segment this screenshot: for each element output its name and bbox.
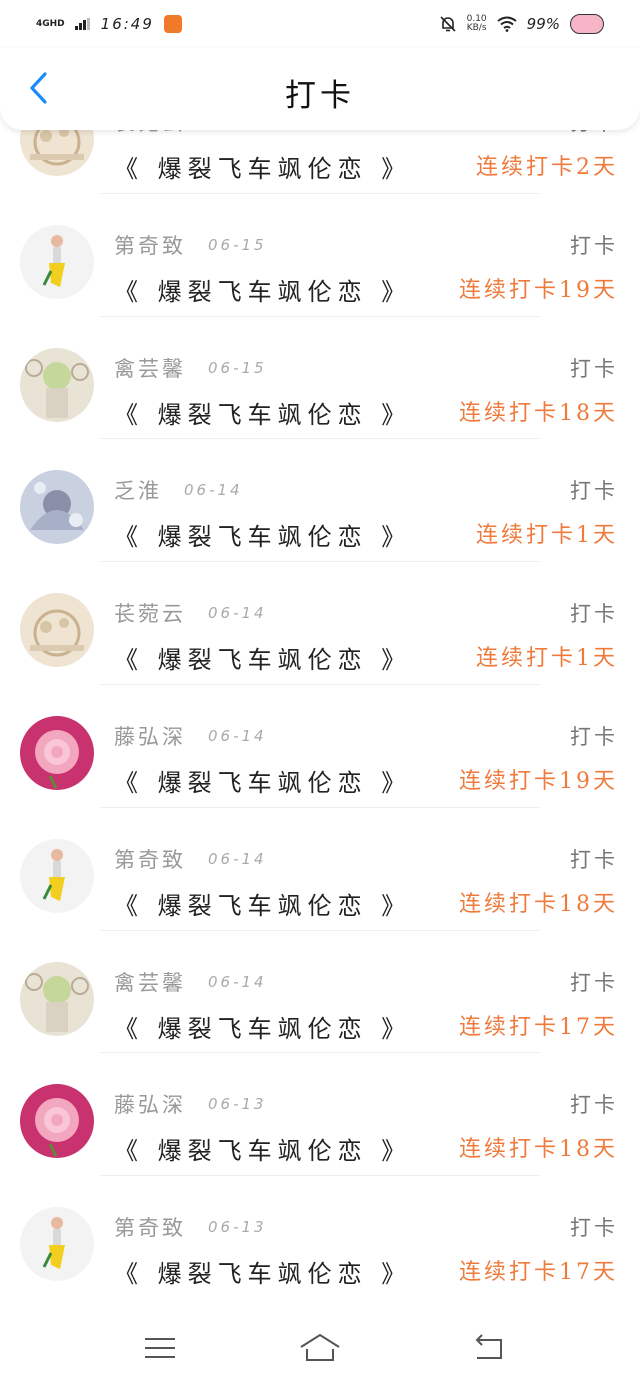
streak-count: 连续打卡2天 — [476, 155, 618, 180]
app-notification-icon — [163, 15, 182, 33]
avatar[interactable] — [20, 470, 94, 545]
home-button[interactable] — [298, 1330, 342, 1366]
list-item[interactable]: 第奇致 06-15 打卡《 爆裂飞车飒伦恋 》 连续打卡19天 — [0, 192, 640, 316]
post-date: 06-14 — [184, 481, 243, 500]
list-item[interactable]: 第奇致 06-13 打卡《 爆裂飞车飒伦恋 》 连续打卡17天 — [0, 1175, 640, 1298]
user-name[interactable]: 禽芸馨 — [114, 967, 186, 997]
streak-count: 连续打卡17天 — [459, 1014, 618, 1040]
item-meta: 第奇致 06-15 — [114, 230, 267, 260]
status-left: 4GHD 16:49 — [36, 15, 182, 33]
post-date: 06-15 — [208, 358, 267, 377]
streak-count: 连续打卡1天 — [476, 523, 618, 549]
list-item[interactable]: 藤弘深 06-13 打卡《 爆裂飞车飒伦恋 》 连续打卡18天 — [0, 1052, 640, 1175]
list-item[interactable]: 乏淮 06-14 打卡《 爆裂飞车飒伦恋 》 连续打卡1天 — [0, 438, 640, 561]
checkin-label: 打卡 — [570, 1216, 618, 1241]
avatar[interactable] — [20, 593, 94, 668]
checkin-label: 打卡 — [570, 602, 618, 627]
streak-count: 连续打卡18天 — [459, 1137, 618, 1163]
item-meta: 禽芸馨 06-14 — [114, 967, 267, 997]
book-title[interactable]: 《 爆裂飞车飒伦恋 》 — [114, 517, 411, 552]
item-meta: 藤弘深 06-14 — [114, 721, 267, 751]
checkin-label: 打卡 — [570, 724, 618, 749]
book-title[interactable]: 《 爆裂飞车飒伦恋 》 — [114, 640, 411, 675]
checkin-list[interactable]: 苌菀云昨天 18:38打卡《 爆裂飞车飒伦恋 》连续打卡2天第奇致06-15打卡… — [0, 116, 640, 1312]
checkin-label: 打卡 — [570, 970, 618, 995]
user-name[interactable]: 禽芸馨 — [114, 353, 186, 383]
book-title[interactable]: 《 爆裂飞车飒伦恋 》 — [114, 1254, 411, 1289]
book-title[interactable]: 《 爆裂飞车飒伦恋 》 — [114, 272, 411, 307]
book-title[interactable]: 《 爆裂飞车飒伦恋 》 — [114, 149, 411, 184]
menu-button[interactable] — [138, 1330, 182, 1366]
user-name[interactable]: 第奇致 — [114, 1212, 186, 1242]
user-name[interactable]: 苌菀云 — [114, 598, 186, 628]
book-title[interactable]: 《 爆裂飞车飒伦恋 》 — [114, 1131, 411, 1166]
wifi-icon — [497, 16, 517, 32]
post-date: 06-14 — [208, 604, 267, 623]
net-speed: 0.10 KB/s — [467, 15, 487, 33]
avatar[interactable] — [20, 224, 94, 299]
status-bar: 4GHD 16:49 0.10 KB/s 99% — [0, 0, 640, 48]
app-header: 打卡 — [0, 48, 640, 130]
list-item[interactable]: 苌菀云 06-14 打卡《 爆裂飞车飒伦恋 》 连续打卡1天 — [0, 561, 640, 684]
item-meta: 第奇致 06-13 — [114, 1212, 267, 1242]
avatar[interactable] — [20, 961, 94, 1036]
list-item[interactable]: 禽芸馨 06-14 打卡《 爆裂飞车飒伦恋 》 连续打卡17天 — [0, 929, 640, 1053]
page-title: 打卡 — [285, 78, 355, 114]
item-meta: 第奇致 06-14 — [114, 844, 267, 874]
list-item[interactable]: 第奇致 06-14 打卡《 爆裂飞车飒伦恋 》 连续打卡18天 — [0, 806, 640, 930]
post-date: 06-15 — [208, 235, 267, 254]
avatar[interactable] — [20, 715, 94, 790]
system-nav-bar — [0, 1312, 640, 1387]
streak-count: 连续打卡17天 — [459, 1260, 618, 1286]
checkin-label: 打卡 — [570, 1093, 618, 1118]
back-nav-button[interactable] — [466, 1330, 510, 1366]
post-date: 06-14 — [208, 849, 267, 868]
avatar[interactable] — [20, 838, 94, 913]
post-date: 06-13 — [208, 1218, 267, 1237]
streak-count: 连续打卡18天 — [459, 891, 618, 917]
back-arrow-icon — [475, 1334, 502, 1359]
book-title[interactable]: 《 爆裂飞车飒伦恋 》 — [114, 1009, 411, 1044]
item-meta: 乏淮 06-14 — [114, 475, 243, 505]
checkin-label: 打卡 — [570, 356, 618, 381]
list-item[interactable]: 禽芸馨 06-15 打卡《 爆裂飞车飒伦恋 》 连续打卡18天 — [0, 315, 640, 439]
post-date: 06-13 — [208, 1095, 267, 1114]
user-name[interactable]: 藤弘深 — [114, 1089, 186, 1119]
avatar[interactable] — [20, 1084, 94, 1159]
book-title[interactable]: 《 爆裂飞车飒伦恋 》 — [114, 763, 411, 798]
post-date: 06-14 — [208, 972, 267, 991]
item-meta: 藤弘深 06-13 — [114, 1089, 267, 1119]
streak-count: 连续打卡19天 — [459, 768, 618, 794]
user-name[interactable]: 第奇致 — [114, 844, 186, 874]
item-meta: 禽芸馨 06-15 — [114, 353, 267, 383]
network-indicator: 4GHD — [36, 18, 65, 29]
net-speed-unit: KB/s — [466, 23, 487, 33]
clock: 16:49 — [100, 15, 154, 33]
avatar[interactable] — [20, 347, 94, 422]
book-title[interactable]: 《 爆裂飞车飒伦恋 》 — [114, 886, 411, 921]
avatar[interactable] — [20, 1207, 94, 1282]
user-name[interactable]: 第奇致 — [114, 230, 186, 260]
post-date: 06-14 — [208, 726, 267, 745]
streak-count: 连续打卡19天 — [459, 277, 618, 303]
book-title[interactable]: 《 爆裂飞车飒伦恋 》 — [114, 395, 411, 430]
menu-icon — [145, 1338, 175, 1358]
streak-count: 连续打卡1天 — [476, 646, 618, 672]
user-name[interactable]: 藤弘深 — [114, 721, 186, 751]
home-icon — [300, 1334, 340, 1361]
user-name[interactable]: 乏淮 — [114, 475, 162, 505]
pet-icon — [570, 14, 604, 34]
checkin-label: 打卡 — [570, 847, 618, 872]
status-right: 0.10 KB/s 99% — [439, 14, 604, 34]
item-meta: 苌菀云 06-14 — [114, 598, 267, 628]
signal-icon — [74, 18, 90, 30]
battery-level: 99% — [526, 15, 560, 33]
streak-count: 连续打卡18天 — [459, 400, 618, 426]
checkin-label: 打卡 — [570, 233, 618, 258]
bell-off-icon — [440, 16, 456, 32]
checkin-label: 打卡 — [570, 479, 618, 504]
list-item[interactable]: 藤弘深 06-14 打卡《 爆裂飞车飒伦恋 》 连续打卡19天 — [0, 683, 640, 807]
